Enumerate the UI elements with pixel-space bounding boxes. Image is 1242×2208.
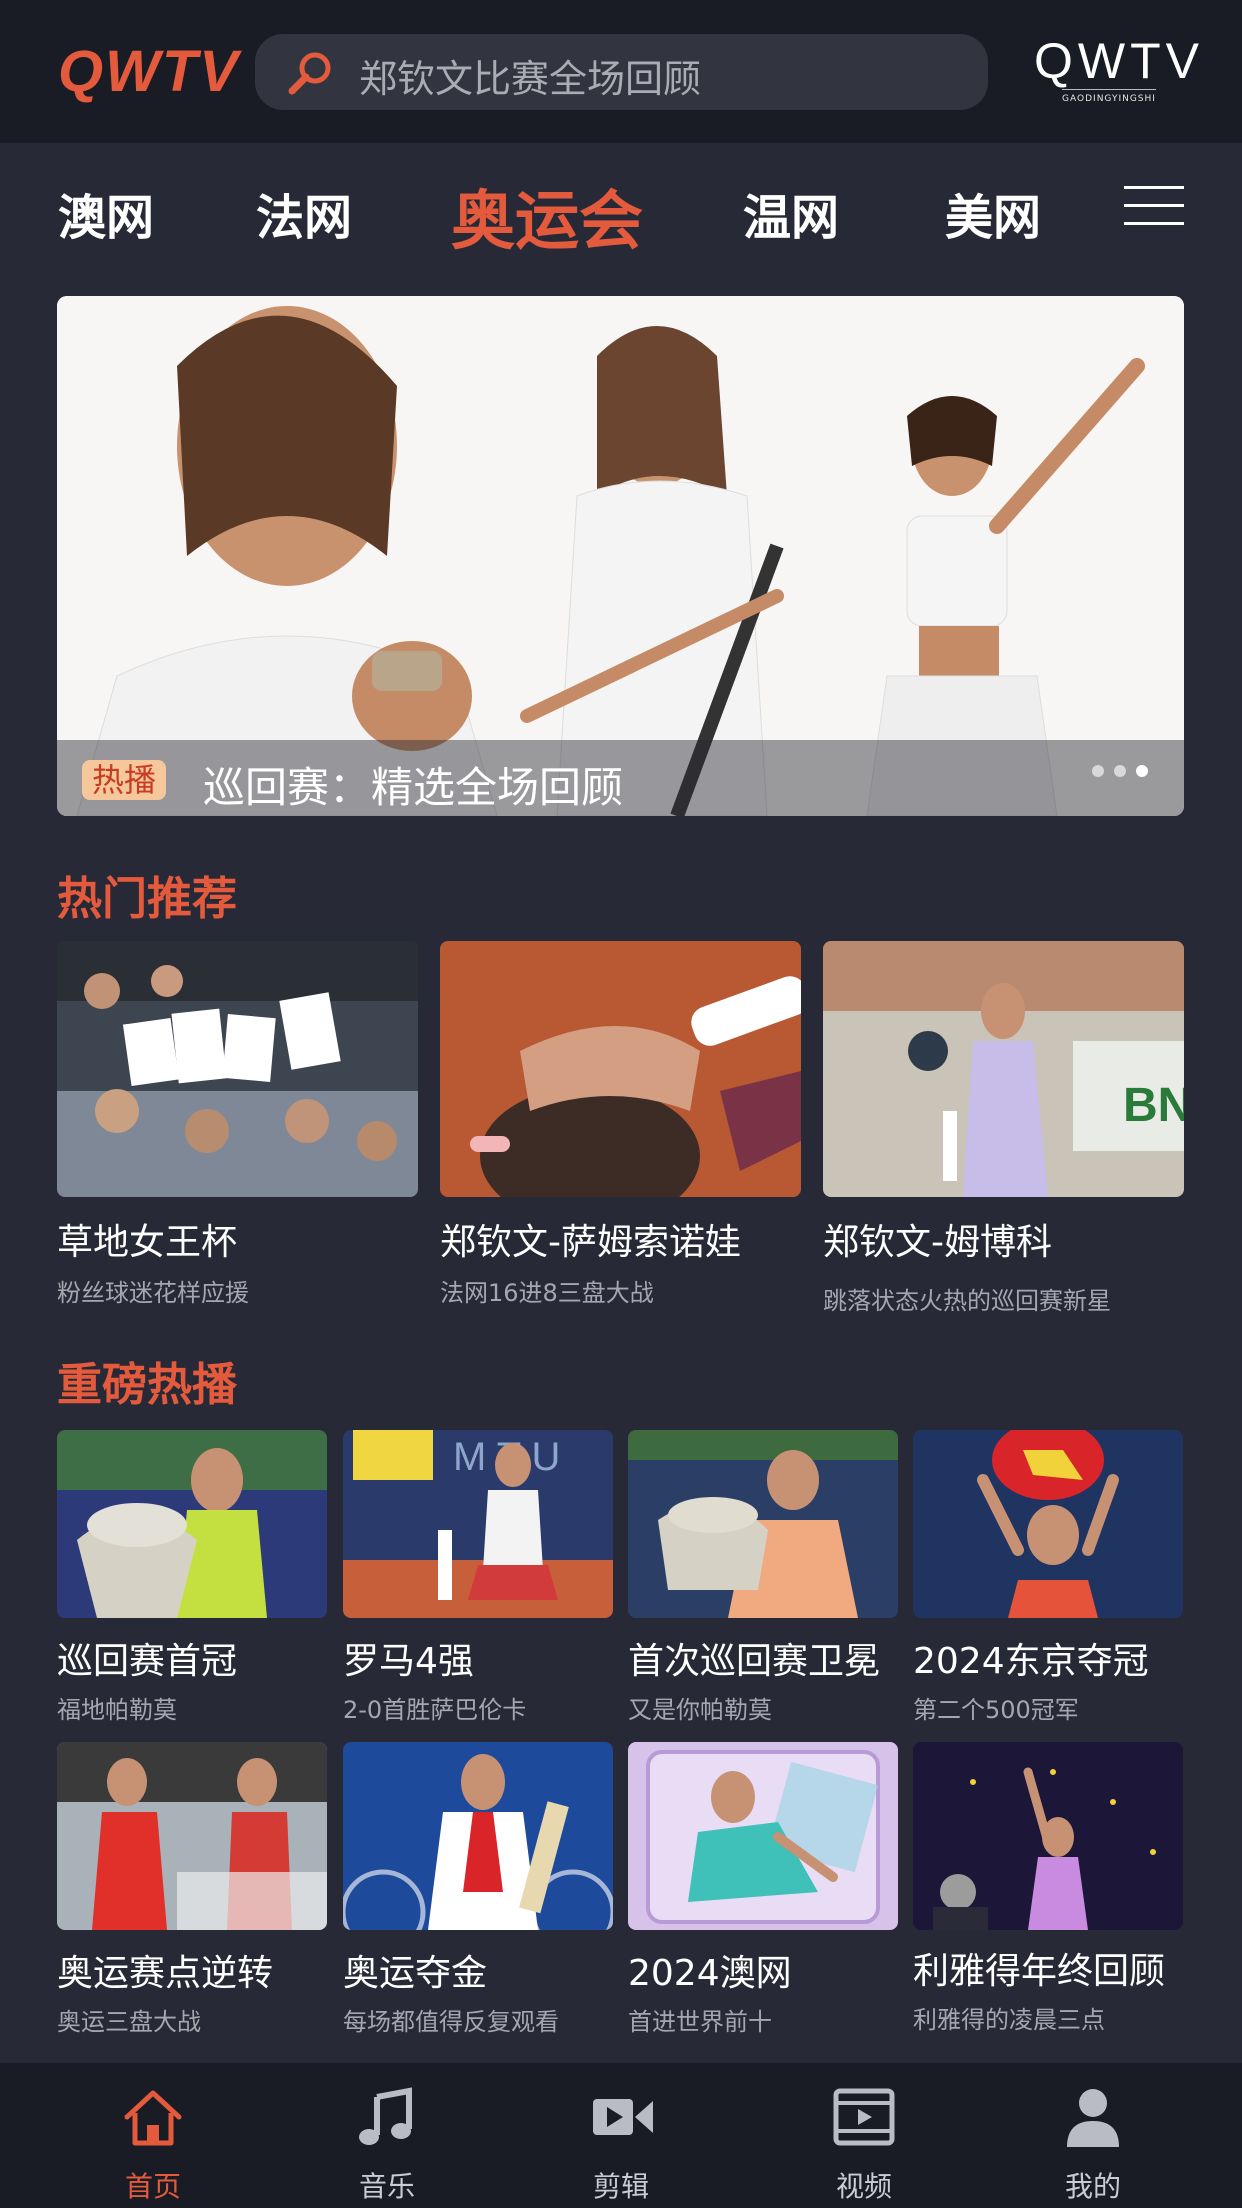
video-thumbnail[interactable] xyxy=(343,1742,613,1930)
video-thumbnail[interactable] xyxy=(57,1430,327,1618)
video-thumbnail[interactable]: M T U xyxy=(343,1430,613,1618)
tab-olympics[interactable]: 奥运会 xyxy=(451,170,643,262)
video-thumbnail[interactable] xyxy=(628,1742,898,1930)
tab-australian-open[interactable]: 澳网 xyxy=(58,178,154,248)
bottom-tab-bar: 首页 音乐 剪辑 视频 我的 xyxy=(0,2063,1242,2208)
carousel-indicator[interactable] xyxy=(1082,762,1148,781)
hot-badge: 热播 xyxy=(82,760,167,800)
music-note-icon xyxy=(359,2087,412,2145)
video-card[interactable]: 2024东京夺冠 第二个500冠军 xyxy=(913,1430,1183,1725)
video-subtitle: 利雅得的凌晨三点 xyxy=(913,2006,1105,2034)
banner-image xyxy=(57,296,1184,816)
video-subtitle: 法网16进8三盘大战 xyxy=(440,1279,654,1307)
tab-home[interactable]: 首页 xyxy=(73,2063,233,2208)
video-card[interactable]: M T U 罗马4强 2-0首胜萨巴伦卡 xyxy=(343,1430,613,1725)
tab-french-open[interactable]: 法网 xyxy=(256,178,352,248)
video-card[interactable]: 首次巡回赛卫冕 又是你帕勒莫 xyxy=(628,1430,898,1725)
video-camera-icon xyxy=(593,2099,653,2135)
video-card[interactable]: 郑钦文-萨姆索诺娃 法网16进8三盘大战 xyxy=(440,941,801,1308)
tab-clips[interactable]: 剪辑 xyxy=(541,2063,701,2208)
video-subtitle: 福地帕勒莫 xyxy=(57,1696,177,1724)
video-title: 巡回赛首冠 xyxy=(57,1641,238,1682)
video-subtitle: 2-0首胜萨巴伦卡 xyxy=(343,1696,527,1724)
brand-logo: QWTV GAODINGYINGSHI xyxy=(1034,33,1204,106)
video-card[interactable]: 利雅得年终回顾 利雅得的凌晨三点 xyxy=(913,1742,1183,2035)
search-input[interactable]: 郑钦文比赛全场回顾 xyxy=(359,48,701,103)
banner-caption: 热播 巡回赛：精选全场回顾 xyxy=(57,740,1184,816)
hero-banner[interactable]: 热播 巡回赛：精选全场回顾 xyxy=(57,296,1184,816)
video-thumbnail[interactable] xyxy=(57,1742,327,1930)
carousel-dot[interactable] xyxy=(1092,765,1104,777)
svg-text:BN: BN xyxy=(1123,1079,1184,1132)
video-title: 利雅得年终回顾 xyxy=(913,1951,1166,1992)
video-subtitle: 首进世界前十 xyxy=(628,2008,772,2036)
tab-music[interactable]: 音乐 xyxy=(307,2063,467,2208)
carousel-dot[interactable] xyxy=(1114,765,1126,777)
video-subtitle: 奥运三盘大战 xyxy=(57,2008,201,2036)
video-title: 郑钦文-萨姆索诺娃 xyxy=(440,1222,741,1263)
tab-wimbledon[interactable]: 温网 xyxy=(743,178,839,248)
video-thumbnail[interactable] xyxy=(628,1430,898,1618)
app-logo[interactable]: QWTV xyxy=(58,38,240,105)
top-bar: QWTV 郑钦文比赛全场回顾 QWTV GAODINGYINGSHI xyxy=(0,0,1242,143)
video-thumbnail[interactable] xyxy=(913,1742,1183,1930)
tab-label: 首页 xyxy=(124,2170,181,2203)
video-thumbnail[interactable] xyxy=(57,941,418,1197)
video-subtitle: 每场都值得反复观看 xyxy=(343,2008,559,2036)
carousel-dot-active[interactable] xyxy=(1136,765,1148,777)
video-subtitle: 粉丝球迷花样应援 xyxy=(57,1279,249,1307)
video-title: 首次巡回赛卫冕 xyxy=(628,1641,881,1682)
video-title: 2024澳网 xyxy=(628,1953,792,1994)
tab-label: 剪辑 xyxy=(592,2170,649,2203)
menu-icon[interactable] xyxy=(1124,186,1184,226)
video-card[interactable]: BN 郑钦文-姆博科 跳落状态火热的巡回赛新星 xyxy=(823,941,1184,1316)
video-card[interactable]: 2024澳网 首进世界前十 xyxy=(628,1742,898,2037)
tab-us-open[interactable]: 美网 xyxy=(945,178,1041,248)
film-icon xyxy=(833,2088,895,2146)
video-subtitle: 第二个500冠军 xyxy=(913,1696,1079,1724)
video-subtitle: 又是你帕勒莫 xyxy=(628,1696,772,1724)
tab-label: 我的 xyxy=(1064,2170,1121,2203)
home-icon xyxy=(124,2090,182,2146)
banner-title: 巡回赛：精选全场回顾 xyxy=(203,763,624,812)
video-title: 奥运夺金 xyxy=(343,1953,488,1994)
video-thumbnail[interactable]: BN xyxy=(823,941,1184,1197)
brand-logo-subtext: GAODINGYINGSHI xyxy=(1062,89,1156,106)
search-icon xyxy=(288,52,331,95)
user-icon xyxy=(1067,2089,1119,2147)
section-title-hot: 热门推荐 xyxy=(57,872,238,925)
video-title: 郑钦文-姆博科 xyxy=(823,1222,1052,1263)
video-card[interactable]: 草地女王杯 粉丝球迷花样应援 xyxy=(57,941,418,1308)
video-thumbnail[interactable] xyxy=(913,1430,1183,1618)
brand-logo-text: QWTV xyxy=(1034,33,1204,89)
video-thumbnail[interactable] xyxy=(440,941,801,1197)
video-title: 罗马4强 xyxy=(343,1641,474,1682)
video-card[interactable]: 巡回赛首冠 福地帕勒莫 xyxy=(57,1430,327,1725)
tab-label: 视频 xyxy=(835,2170,892,2203)
video-subtitle: 跳落状态火热的巡回赛新星 xyxy=(823,1287,1111,1315)
video-title: 2024东京夺冠 xyxy=(913,1641,1149,1682)
section-title-featured: 重磅热播 xyxy=(57,1358,238,1411)
tab-label: 音乐 xyxy=(358,2170,415,2203)
tab-video[interactable]: 视频 xyxy=(784,2063,944,2208)
video-card[interactable]: 奥运夺金 每场都值得反复观看 xyxy=(343,1742,613,2037)
video-title: 奥运赛点逆转 xyxy=(57,1953,274,1994)
search-bar[interactable]: 郑钦文比赛全场回顾 xyxy=(255,34,988,110)
video-title: 草地女王杯 xyxy=(57,1222,238,1263)
video-card[interactable]: 奥运赛点逆转 奥运三盘大战 xyxy=(57,1742,327,2037)
tab-profile[interactable]: 我的 xyxy=(1013,2063,1173,2208)
